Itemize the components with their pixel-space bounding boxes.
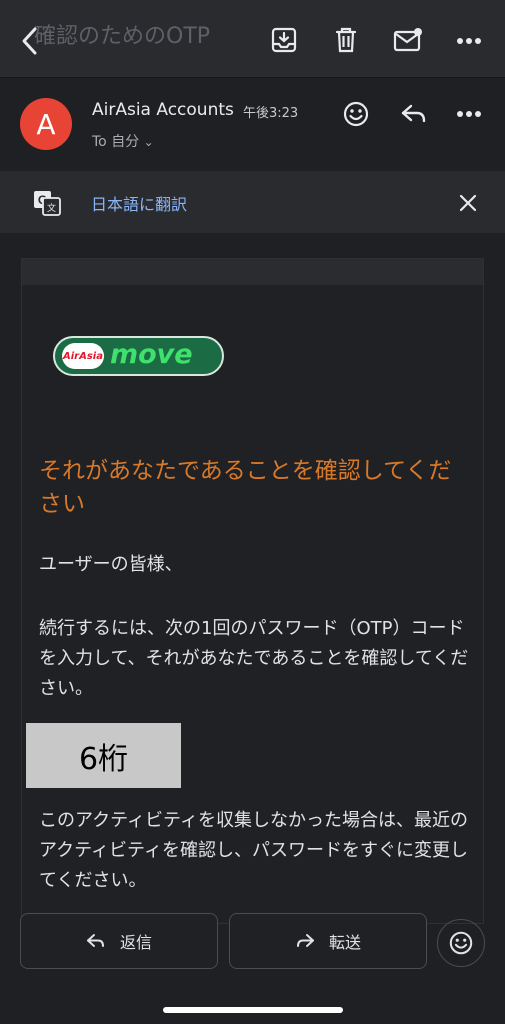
logo-airasia-mark: AirAsia: [62, 343, 104, 369]
reply-icon-button[interactable]: [396, 96, 432, 132]
home-indicator[interactable]: [163, 1007, 343, 1013]
reply-icon: [401, 104, 426, 123]
sender-header: A AirAsia Accounts 午後3:23 To 自分 ⌄: [0, 80, 505, 172]
forward-label: 転送: [328, 933, 361, 952]
message-more-button[interactable]: [452, 96, 486, 132]
recipient-details-toggle[interactable]: To 自分 ⌄: [92, 131, 154, 151]
more-options-button[interactable]: [452, 24, 486, 58]
airasia-move-logo: AirAsia move: [53, 336, 224, 376]
email-greeting: ユーザーの皆様、: [39, 554, 183, 575]
sender-name[interactable]: AirAsia Accounts: [92, 100, 234, 120]
translate-bar: G 文 日本語に翻訳: [0, 171, 505, 233]
sent-time: 午後3:23: [243, 106, 299, 121]
logo-wordmark: move: [110, 339, 193, 370]
otp-code-box: 6桁: [26, 723, 181, 788]
mark-unread-button[interactable]: [392, 24, 424, 56]
email-header-strip: [22, 259, 483, 285]
forward-button[interactable]: 転送: [229, 913, 427, 969]
delete-button[interactable]: [330, 24, 362, 56]
translate-icon: G 文: [34, 191, 61, 216]
email-paragraph-security-note: このアクティビティを収集しなかった場合は、最近のアクティビティを確認し、パスワー…: [39, 810, 468, 891]
emoji-icon: [449, 931, 473, 955]
translate-link[interactable]: 日本語に翻訳: [91, 191, 187, 215]
back-button[interactable]: [14, 24, 44, 58]
email-heading: それがあなたであることを確認してください: [39, 458, 452, 517]
forward-icon: [296, 934, 314, 947]
recipient-label: To 自分: [92, 134, 140, 150]
archive-button[interactable]: [268, 24, 300, 56]
email-paragraph-otp-instructions: 続行するには、次の1回のパスワード（OTP）コードを入力して、それがあなたである…: [39, 618, 469, 699]
trash-icon: [335, 27, 357, 53]
top-app-bar: 確認のためのOTP: [0, 0, 505, 78]
svg-text:文: 文: [47, 202, 56, 214]
emoji-icon: [343, 101, 369, 127]
email-body: AirAsia move それがあなたであることを確認してください ユーザーの皆…: [21, 258, 484, 924]
reply-label: 返信: [119, 933, 152, 952]
chevron-down-icon: ⌄: [143, 135, 154, 149]
add-reaction-button[interactable]: [338, 96, 374, 132]
close-translate-button[interactable]: [452, 187, 484, 219]
more-horizontal-icon: [457, 38, 481, 44]
archive-icon: [271, 27, 297, 53]
sender-avatar[interactable]: A: [20, 98, 72, 150]
bottom-action-bar: 返信 転送: [0, 912, 505, 976]
back-icon: [22, 27, 37, 55]
close-icon: [459, 194, 477, 212]
mark-unread-icon: [393, 28, 422, 52]
emoji-reaction-button[interactable]: [437, 919, 485, 967]
reply-icon: [86, 934, 104, 947]
more-horizontal-icon: [457, 111, 481, 117]
reply-button[interactable]: 返信: [20, 913, 218, 969]
